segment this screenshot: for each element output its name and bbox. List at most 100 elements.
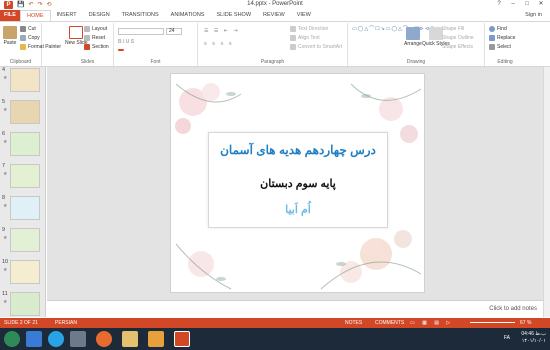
- sign-in-link[interactable]: Sign in: [525, 12, 542, 18]
- align-text-icon: [290, 35, 296, 41]
- notes-toggle[interactable]: NOTES: [345, 318, 362, 328]
- font-color-button[interactable]: [118, 49, 124, 51]
- slide-author[interactable]: اُم اَبیا: [209, 203, 387, 216]
- firefox-icon[interactable]: [96, 331, 112, 347]
- powerpoint-taskbar-icon[interactable]: [174, 331, 190, 347]
- text-direction-button[interactable]: Text Direction: [290, 26, 328, 32]
- font-family-field[interactable]: [118, 28, 164, 35]
- editor-scrollbar[interactable]: [543, 67, 550, 317]
- tab-design[interactable]: DESIGN: [83, 10, 116, 21]
- thumbnail-row[interactable]: 8 ★: [0, 195, 46, 225]
- animation-star-icon: ★: [3, 299, 8, 305]
- shape-fill-button[interactable]: Shape Fill: [442, 26, 464, 32]
- bullets-buttons[interactable]: ☰ ☰ ⇤ ⇥: [204, 28, 240, 34]
- view-buttons[interactable]: ▭ ▦ ▤ ▷: [410, 318, 453, 328]
- bold-button[interactable]: B I U S: [118, 39, 134, 45]
- tab-file[interactable]: FILE: [0, 10, 20, 21]
- thumbnail-number: 4: [2, 67, 6, 73]
- slide-title[interactable]: درس چهاردهم هدیه های آسمان: [209, 143, 387, 157]
- slide-thumbnail[interactable]: [10, 132, 40, 156]
- replace-button[interactable]: Replace: [489, 35, 515, 41]
- animation-star-icon: ★: [3, 75, 8, 81]
- reset-label: Reset: [92, 35, 106, 41]
- copy-button[interactable]: Copy: [20, 35, 40, 41]
- system-tray: 04:46 ب.ظ ۱۴۰۱/۱۰/۰۱: [521, 331, 546, 345]
- language-tray[interactable]: FA: [504, 335, 510, 341]
- telegram-icon[interactable]: [48, 331, 64, 347]
- slide-thumbnail[interactable]: [10, 68, 40, 92]
- edge-icon[interactable]: [26, 331, 42, 347]
- tab-home[interactable]: HOME: [20, 10, 51, 21]
- shape-effects-button[interactable]: Shape Effects: [442, 44, 473, 50]
- comments-toggle[interactable]: COMMENTS: [375, 318, 404, 328]
- thumbnail-row[interactable]: 7 ★: [0, 163, 46, 193]
- text-direction-label: Text Direction: [298, 26, 329, 32]
- media-icon[interactable]: [70, 331, 86, 347]
- align-text-button[interactable]: Align Text: [290, 35, 320, 41]
- slide-thumbnail[interactable]: [10, 260, 40, 284]
- slide-thumbnail[interactable]: [10, 196, 40, 220]
- notes-pane[interactable]: Click to add notes: [47, 300, 543, 317]
- slide-subtitle[interactable]: پایه سوم دبستان: [209, 177, 387, 190]
- new-slide-icon: [69, 26, 84, 39]
- layout-button[interactable]: Layout: [84, 26, 107, 32]
- thumbnail-row[interactable]: 10 ★: [0, 259, 46, 289]
- current-slide[interactable]: درس چهاردهم هدیه های آسمان پایه سوم دبست…: [170, 73, 425, 293]
- find-button[interactable]: Find: [489, 26, 507, 32]
- section-button[interactable]: Section: [84, 44, 109, 50]
- tab-animations[interactable]: ANIMATIONS: [165, 10, 211, 21]
- quick-styles-icon: [428, 27, 443, 40]
- cut-button[interactable]: Cut: [20, 26, 36, 32]
- language-indicator[interactable]: PERSIAN: [55, 318, 77, 328]
- font-size-field[interactable]: 24: [166, 28, 182, 35]
- help-button[interactable]: ?: [492, 0, 506, 9]
- copy-label: Copy: [28, 35, 40, 41]
- tab-slide-show[interactable]: SLIDE SHOW: [210, 10, 257, 21]
- tab-review[interactable]: REVIEW: [257, 10, 291, 21]
- animation-star-icon: ★: [3, 203, 8, 209]
- thumbnail-row[interactable]: 4 ★: [0, 67, 46, 97]
- paste-button[interactable]: Paste: [3, 26, 17, 46]
- thumbnail-number: 11: [2, 291, 8, 297]
- convert-smartart-button[interactable]: Convert to SmartArt: [290, 44, 342, 50]
- select-button[interactable]: Select: [489, 44, 511, 50]
- reset-button[interactable]: Reset: [84, 35, 105, 41]
- close-button[interactable]: ✕: [534, 0, 548, 9]
- slides-group: New Slide Layout Reset Section Slides: [62, 23, 114, 66]
- zoom-level[interactable]: 67 %: [520, 318, 531, 328]
- slide-thumbnail[interactable]: [10, 228, 40, 252]
- alignment-buttons[interactable]: ≡ ≡ ≡ ≡: [204, 41, 234, 47]
- tab-insert[interactable]: INSERT: [51, 10, 83, 21]
- slide-thumbnail[interactable]: [10, 100, 40, 124]
- file-explorer-icon[interactable]: [122, 331, 138, 347]
- text-direction-icon: [290, 26, 296, 32]
- minimize-button[interactable]: –: [506, 0, 520, 9]
- slide-thumbnail[interactable]: [10, 292, 40, 316]
- thumbnail-row[interactable]: 5 ★: [0, 99, 46, 129]
- tab-transitions[interactable]: TRANSITIONS: [116, 10, 165, 21]
- media-player-icon[interactable]: [148, 331, 164, 347]
- thumbnail-row[interactable]: 11 ★: [0, 291, 46, 321]
- shape-outline-button[interactable]: Shape Outline: [442, 35, 474, 41]
- select-label: Select: [497, 44, 511, 50]
- thumbnail-row[interactable]: 9 ★: [0, 227, 46, 257]
- start-icon[interactable]: [4, 331, 20, 347]
- title-card[interactable]: درس چهاردهم هدیه های آسمان پایه سوم دبست…: [208, 132, 388, 228]
- slide-thumbnail[interactable]: [10, 164, 40, 188]
- window-title: 14.pptx - PowerPoint: [247, 1, 303, 7]
- arrange-button[interactable]: Arrange: [404, 27, 422, 47]
- shape-outline-label: Shape Outline: [442, 35, 474, 41]
- restore-button[interactable]: □: [520, 0, 534, 9]
- shapes-gallery[interactable]: ▭◯△⌒☐↘▭◯△⌒↘☐⊳⊲▢◇: [352, 26, 440, 33]
- paste-label: Paste: [3, 40, 17, 46]
- convert-smartart-label: Convert to SmartArt: [298, 44, 343, 50]
- tab-view[interactable]: VIEW: [291, 10, 317, 21]
- notes-placeholder: Click to add notes: [489, 306, 537, 312]
- zoom-slider[interactable]: [470, 322, 515, 323]
- animation-star-icon: ★: [3, 107, 8, 113]
- format-painter-button[interactable]: Format Painter: [20, 44, 61, 50]
- select-icon: [489, 44, 495, 50]
- clock-time: 04:46 ب.ظ: [521, 331, 546, 337]
- thumbnail-row[interactable]: 6 ★: [0, 131, 46, 161]
- find-icon: [489, 26, 495, 32]
